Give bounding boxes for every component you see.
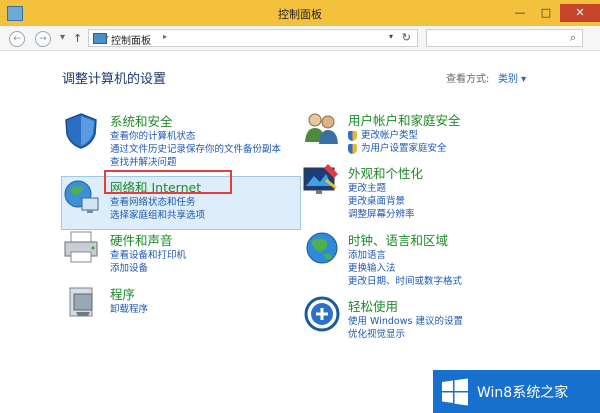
appearance-personalization-icon[interactable] <box>302 162 342 200</box>
category-title-hardware-sound[interactable]: 硬件和声音 <box>110 230 186 249</box>
annotation-highlight-box <box>104 170 232 194</box>
back-arrow-icon[interactable]: ← <box>9 31 25 47</box>
user-accounts-icon[interactable] <box>302 110 342 146</box>
address-dropdown-icon[interactable]: ▾ <box>389 32 393 41</box>
category-title-programs[interactable]: 程序 <box>110 284 148 303</box>
system-security-shield-icon[interactable] <box>62 112 100 150</box>
category-system-security: 系统和安全 查看你的计算机状态 通过文件历史记录保存你的文件备份副本 查找并解决… <box>110 111 281 169</box>
category-clock-language-region: 时钟、语言和区域 添加语言 更换输入法 更改日期、时间或数字格式 <box>348 230 462 288</box>
link-add-language[interactable]: 添加语言 <box>348 249 462 262</box>
category-title-ease-of-access[interactable]: 轻松使用 <box>348 296 463 315</box>
view-by-label: 查看方式: <box>446 74 490 85</box>
link-change-theme[interactable]: 更改主题 <box>348 182 423 195</box>
page-title: 调整计算机的设置 <box>62 72 167 87</box>
link-label: 为用户设置家庭安全 <box>361 143 447 154</box>
link-optimize-visual-display[interactable]: 优化视觉显示 <box>348 328 463 341</box>
uac-shield-icon <box>348 131 357 141</box>
breadcrumb-separator[interactable]: ▸ <box>163 32 167 41</box>
search-icon[interactable]: ⌕ <box>570 31 576 45</box>
maximize-button[interactable]: □ <box>534 4 558 22</box>
category-title-user-accounts[interactable]: 用户帐户和家庭安全 <box>348 110 461 129</box>
link-adjust-resolution[interactable]: 调整屏幕分辨率 <box>348 208 423 221</box>
link-add-device[interactable]: 添加设备 <box>110 262 186 275</box>
link-label: 更改帐户类型 <box>361 130 419 141</box>
minimize-button[interactable]: — <box>508 4 532 22</box>
view-by-dropdown[interactable]: 类别 ▾ <box>498 70 526 85</box>
network-globe-icon[interactable] <box>62 178 102 218</box>
search-input[interactable]: ⌕ <box>426 29 583 47</box>
close-button[interactable]: ✕ <box>560 4 600 22</box>
category-hardware-sound: 硬件和声音 查看设备和打印机 添加设备 <box>110 230 186 275</box>
forward-arrow-icon[interactable]: → <box>35 31 51 47</box>
brand-watermark: Win8系统之家 <box>433 370 600 413</box>
link-view-computer-status[interactable]: 查看你的计算机状态 <box>110 130 281 143</box>
category-title-appearance[interactable]: 外观和个性化 <box>348 163 423 182</box>
link-change-input-method[interactable]: 更换输入法 <box>348 262 462 275</box>
refresh-icon[interactable]: ↻ <box>402 31 411 44</box>
ease-of-access-icon[interactable] <box>302 296 342 334</box>
link-uninstall-program[interactable]: 卸载程序 <box>110 303 148 316</box>
link-devices-printers[interactable]: 查看设备和打印机 <box>110 249 186 262</box>
category-title-clock-language-region[interactable]: 时钟、语言和区域 <box>348 230 462 249</box>
link-homegroup-sharing[interactable]: 选择家庭组和共享选项 <box>110 209 205 222</box>
link-recommended-settings[interactable]: 使用 Windows 建议的设置 <box>348 315 463 328</box>
programs-icon[interactable] <box>64 284 100 320</box>
brand-text: Win8系统之家 <box>477 385 569 401</box>
category-programs: 程序 卸载程序 <box>110 284 148 316</box>
link-change-desktop-background[interactable]: 更改桌面背景 <box>348 195 423 208</box>
up-arrow-icon[interactable]: ↑ <box>73 32 82 45</box>
link-change-account-type[interactable]: 更改帐户类型 <box>348 129 461 142</box>
link-family-safety[interactable]: 为用户设置家庭安全 <box>348 142 461 155</box>
printer-icon[interactable] <box>62 230 102 266</box>
category-title-system-security[interactable]: 系统和安全 <box>110 111 281 130</box>
category-ease-of-access: 轻松使用 使用 Windows 建议的设置 优化视觉显示 <box>348 296 463 341</box>
navigation-bar: ← → ▾ ↑ ▸ 控制面板 ▸ ▾ ↻ ⌕ <box>0 26 600 51</box>
uac-shield-icon <box>348 144 357 154</box>
category-appearance: 外观和个性化 更改主题 更改桌面背景 调整屏幕分辨率 <box>348 163 423 221</box>
breadcrumb-control-panel[interactable]: 控制面板 <box>111 32 151 47</box>
link-date-time-format[interactable]: 更改日期、时间或数字格式 <box>348 275 462 288</box>
address-bar[interactable]: ▸ 控制面板 ▸ ▾ ↻ <box>88 29 418 47</box>
clock-language-globe-icon[interactable] <box>302 230 342 268</box>
category-user-accounts: 用户帐户和家庭安全 更改帐户类型 为用户设置家庭安全 <box>348 110 461 155</box>
link-find-fix-problems[interactable]: 查找并解决问题 <box>110 156 281 169</box>
recent-pages-chevron-icon[interactable]: ▾ <box>60 32 65 43</box>
breadcrumb-separator[interactable]: ▸ <box>105 32 109 41</box>
link-view-network-status[interactable]: 查看网络状态和任务 <box>110 196 205 209</box>
link-file-history-backup[interactable]: 通过文件历史记录保存你的文件备份副本 <box>110 143 281 156</box>
windows-logo-icon <box>442 378 468 406</box>
title-bar: 控制面板 — □ ✕ <box>0 0 600 26</box>
